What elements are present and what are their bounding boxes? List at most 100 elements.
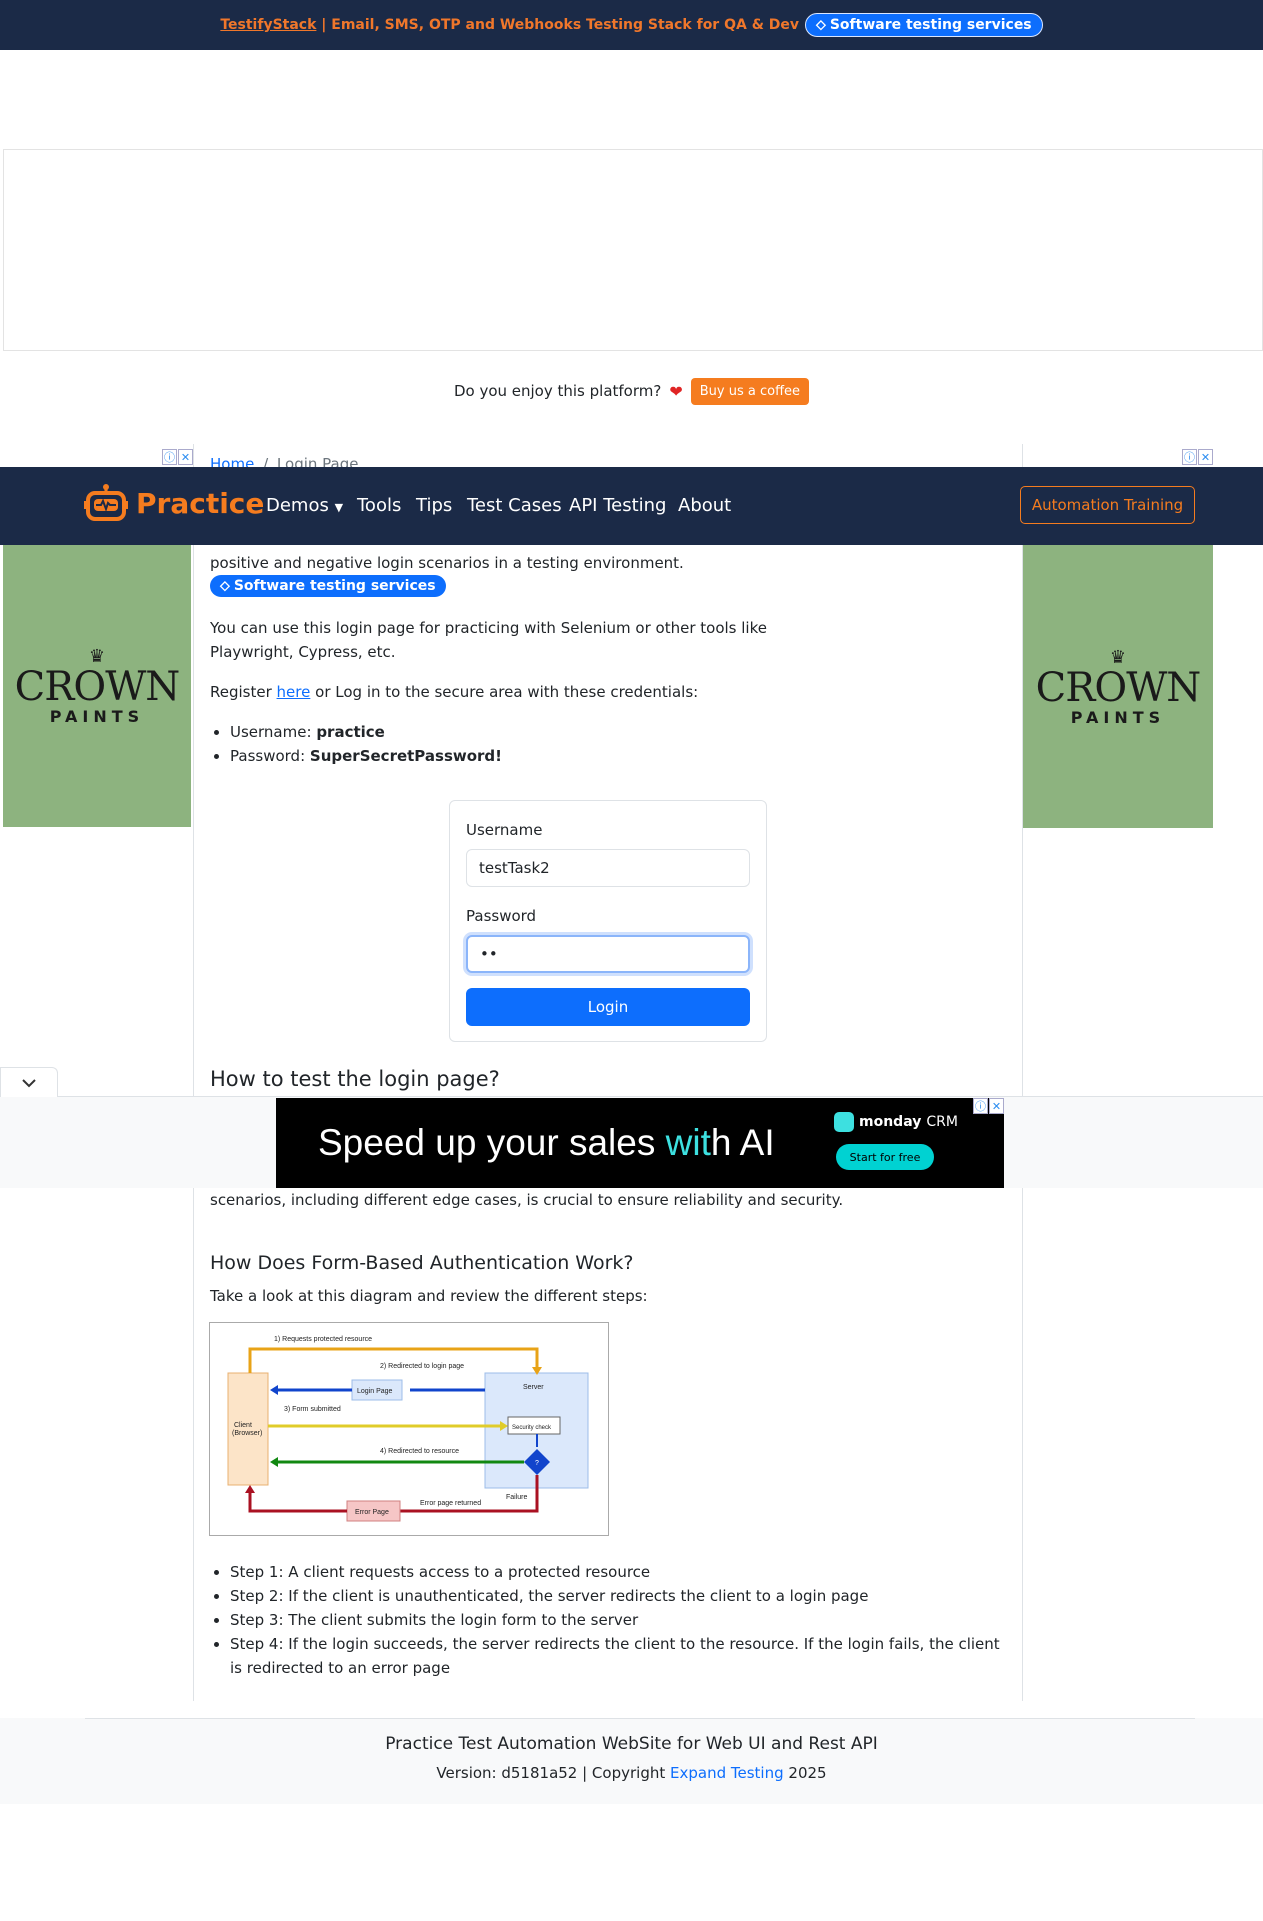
software-testing-services-badge[interactable]: ⬦ Software testing services xyxy=(210,575,446,597)
form-auth-diagram: Client (Browser) Server 1) Requests prot… xyxy=(209,1322,609,1536)
nav-test-cases[interactable]: Test Cases xyxy=(467,495,562,516)
client-box xyxy=(227,1372,269,1486)
buy-coffee-button[interactable]: Buy us a coffee xyxy=(690,377,810,405)
username-label: Username xyxy=(466,821,543,839)
navbar: Practice Demos ▼ Tools Tips Test Cases A… xyxy=(0,467,1263,545)
brand[interactable]: Practice xyxy=(84,481,264,525)
how-to-test-heading: How to test the login page? xyxy=(210,1067,500,1091)
ad-choices[interactable]: ⓘ ✕ xyxy=(1182,449,1213,465)
nav-tools[interactable]: Tools xyxy=(357,495,401,516)
badge-label: Software testing services xyxy=(829,17,1032,33)
services-badge-row: ⬦ Software testing services xyxy=(210,575,446,597)
footer: Practice Test Automation WebSite for Web… xyxy=(0,1718,1263,1804)
monday-suffix: CRM xyxy=(926,1114,958,1130)
crown-subtitle: PAINTS xyxy=(1070,707,1166,727)
tag-icon: ⬦ xyxy=(816,17,826,33)
nav-demos-label: Demos xyxy=(266,495,329,516)
how-to-test-text: scenarios, including different edge case… xyxy=(210,1191,844,1209)
step2-arrowhead xyxy=(270,1385,278,1395)
coffee-row: Do you enjoy this platform? ❤ Buy us a c… xyxy=(0,375,1263,407)
register-suffix: or Log in to the secure area with these … xyxy=(315,683,699,701)
crown-logo: CROWN xyxy=(14,664,181,710)
ad-headline-pre: Speed up your sales xyxy=(318,1122,666,1163)
tag-icon: ⬦ xyxy=(220,578,230,594)
footer-divider xyxy=(85,1718,1195,1719)
password-label: Password xyxy=(466,907,537,925)
automation-training-button[interactable]: Automation Training xyxy=(1020,486,1195,524)
auth-step: Step 1: A client requests access to a pr… xyxy=(230,1560,1010,1584)
heart-icon: ❤ xyxy=(669,381,683,401)
start-for-free-button[interactable]: Start for free xyxy=(836,1144,934,1170)
promo-text: TestifyStack | Email, SMS, OTP and Webho… xyxy=(220,17,799,33)
footer-title: Practice Test Automation WebSite for Web… xyxy=(385,1734,878,1754)
monday-name: monday xyxy=(859,1114,922,1130)
nav-demos[interactable]: Demos ▼ xyxy=(266,495,343,516)
monday-crm-ad[interactable]: ⓘ ✕ Speed up your sales with AI monday C… xyxy=(276,1098,1004,1188)
login-button[interactable]: Login xyxy=(466,988,750,1026)
auth-flow-diagram: Client (Browser) Server 1) Requests prot… xyxy=(227,1336,589,1522)
register-prefix: Register xyxy=(210,683,272,701)
auth-step: Step 3: The client submits the login for… xyxy=(230,1608,1010,1632)
coffee-question: Do you enjoy this platform? xyxy=(453,382,662,400)
nav-about[interactable]: About xyxy=(678,495,731,516)
practice-text: You can use this login page for practici… xyxy=(210,619,767,661)
credential-label: Username: xyxy=(230,723,312,741)
credential-value: practice xyxy=(316,723,385,741)
footer-year: 2025 xyxy=(788,1764,827,1782)
username-input[interactable]: testTask2 xyxy=(466,849,750,887)
nav-api-testing[interactable]: API Testing xyxy=(569,495,666,516)
security-check-label: Security check xyxy=(512,1425,552,1431)
credential-label: Password: xyxy=(230,747,306,765)
close-icon[interactable]: ✕ xyxy=(989,1098,1004,1114)
auth-steps-list: Step 1: A client requests access to a pr… xyxy=(210,1560,1010,1680)
badge-label: Software testing services xyxy=(233,578,436,594)
robot-logo-icon xyxy=(84,484,128,521)
info-icon[interactable]: ⓘ xyxy=(1182,449,1197,465)
left-ad-header: ⓘ ✕ xyxy=(3,449,193,467)
brand-name: Practice xyxy=(136,486,265,520)
ad-headline-post: h AI xyxy=(710,1122,775,1163)
expand-testing-link[interactable]: Expand Testing xyxy=(670,1764,784,1782)
right-side-ad[interactable]: ♛ CROWN PAINTS xyxy=(1023,545,1213,828)
top-ad-frame xyxy=(3,149,1263,351)
nav-tips[interactable]: Tips xyxy=(416,495,452,516)
ad-collapse-button[interactable] xyxy=(0,1067,58,1097)
step4-arrowhead xyxy=(270,1457,278,1467)
ad-choices[interactable]: ⓘ ✕ xyxy=(973,1098,1004,1114)
left-side-ad[interactable]: ♛ CROWN PAINTS xyxy=(3,545,191,827)
login-form: Username testTask2 Password •• Login xyxy=(449,800,767,1042)
top-promo-banner: TestifyStack | Email, SMS, OTP and Webho… xyxy=(0,0,1263,50)
login-page-label: Login Page xyxy=(357,1388,393,1395)
password-input[interactable]: •• xyxy=(466,935,750,973)
right-ad-header: ⓘ ✕ xyxy=(1023,449,1213,467)
failure-label: Failure xyxy=(506,1494,528,1501)
info-icon[interactable]: ⓘ xyxy=(973,1098,988,1114)
monday-logo-icon xyxy=(834,1112,854,1132)
credential-username: Username: practice xyxy=(230,720,502,744)
client-label: Client xyxy=(234,1422,252,1429)
form-auth-intro: Take a look at this diagram and review t… xyxy=(210,1287,648,1305)
step4-label: 4) Redirected to resource xyxy=(380,1448,459,1455)
chevron-down-icon xyxy=(22,1078,36,1087)
step2-label: 2) Redirected to login page xyxy=(380,1363,464,1370)
step3-label: 3) Form submitted xyxy=(284,1406,341,1413)
auth-step: Step 2: If the client is unauthenticated… xyxy=(230,1584,1010,1608)
crown-logo: CROWN xyxy=(1035,664,1202,711)
close-icon[interactable]: ✕ xyxy=(1198,449,1213,465)
promo-description: | Email, SMS, OTP and Webhooks Testing S… xyxy=(321,17,800,33)
ad-choices[interactable]: ⓘ ✕ xyxy=(162,449,193,465)
server-label: Server xyxy=(523,1384,544,1391)
decision-label: ? xyxy=(535,1460,539,1467)
close-icon[interactable]: ✕ xyxy=(178,449,193,465)
software-testing-services-badge[interactable]: ⬦ Software testing services xyxy=(805,13,1043,37)
ad-headline-highlight: wit xyxy=(665,1122,711,1163)
testifystack-link[interactable]: TestifyStack xyxy=(220,17,316,33)
client-sub-label: (Browser) xyxy=(232,1430,262,1437)
monday-brand: monday CRM xyxy=(834,1112,958,1132)
form-auth-heading: How Does Form-Based Authentication Work? xyxy=(210,1252,634,1274)
register-link[interactable]: here xyxy=(277,683,311,701)
credential-value: SuperSecretPassword! xyxy=(309,747,503,765)
error-page-label: Error Page xyxy=(355,1509,389,1516)
error-returned-label: Error page returned xyxy=(420,1500,481,1507)
info-icon[interactable]: ⓘ xyxy=(162,449,177,465)
